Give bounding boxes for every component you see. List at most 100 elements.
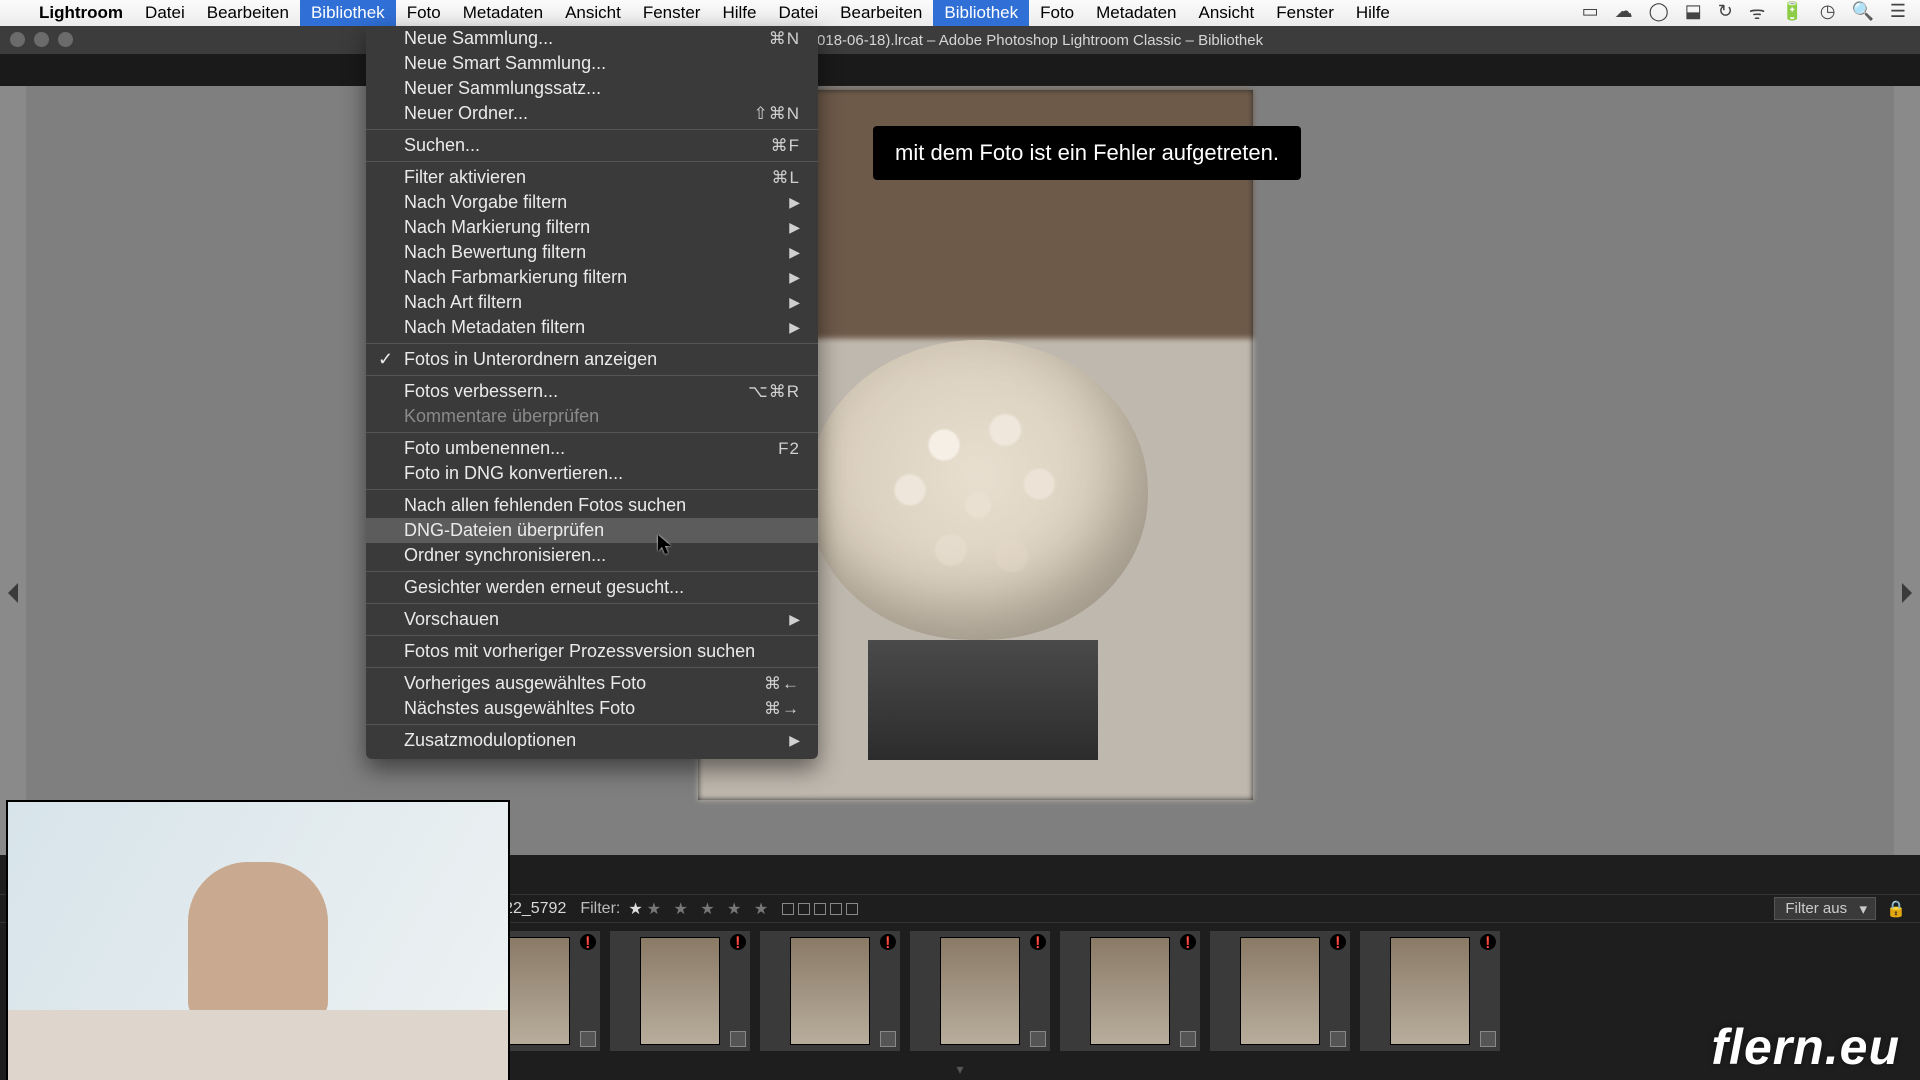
menu-shortcut: ⇧⌘N	[753, 104, 800, 124]
app-name[interactable]: Lightroom	[28, 3, 134, 23]
menu-item[interactable]: Suchen...⌘F	[366, 133, 818, 158]
menu-hilfe[interactable]: Hilfe	[711, 0, 767, 26]
menu-item[interactable]: Neuer Sammlungssatz...	[366, 76, 818, 101]
rating-filter[interactable]: ★★ ★ ★ ★ ★	[628, 899, 772, 919]
menu-bearbeiten[interactable]: Bearbeiten	[196, 0, 300, 26]
thumbnail[interactable]	[1060, 931, 1200, 1051]
menu-item[interactable]: Neuer Ordner... ⇧⌘N	[366, 101, 818, 126]
thumbnail[interactable]	[910, 931, 1050, 1051]
menu-item-label: Nach Vorgabe filtern	[404, 192, 567, 213]
airplay-icon[interactable]: ▭	[1582, 1, 1599, 25]
menu-item[interactable]: Nach allen fehlenden Fotos suchen	[366, 493, 818, 518]
menu-item-label: Foto in DNG konvertieren...	[404, 463, 623, 484]
menu-item-label: Vorschauen	[404, 609, 499, 630]
menu-item-label: Fotos in Unterordnern anzeigen	[404, 349, 657, 370]
menu-item-label: Neue Sammlung...	[404, 28, 553, 49]
control-center-icon[interactable]: ☰	[1890, 1, 1906, 25]
menu-item[interactable]: Nach Farbmarkierung filtern▶	[366, 265, 818, 290]
bibliothek-menu[interactable]: Neue Sammlung... ⌘NNeue Smart Sammlung...…	[366, 26, 818, 759]
menu-item[interactable]: Foto in DNG konvertieren...	[366, 461, 818, 486]
menu-fenster[interactable]: Fenster	[1265, 0, 1345, 26]
menu-item-label: Neuer Ordner...	[404, 103, 528, 124]
menu-ansicht[interactable]: Ansicht	[554, 0, 632, 26]
menubar-right-icons: ▭ ☁ ◯ ⬓ ↻ ᯤ 🔋 ◷ 🔍 ☰	[1582, 1, 1920, 25]
thumbnail[interactable]	[1210, 931, 1350, 1051]
menu-hilfe[interactable]: Hilfe	[1345, 0, 1401, 26]
filter-label: Filter:	[580, 900, 620, 918]
menu-fenster[interactable]: Fenster	[632, 0, 712, 26]
lightroom-top-bar	[0, 54, 1920, 86]
menu-shortcut: ⌘←	[764, 674, 800, 694]
cursor-icon	[657, 534, 673, 556]
menu-item[interactable]: DNG-Dateien überprüfen	[366, 518, 818, 543]
window-title-bar: onflikt stehende Kopie 2018-06-18).lrcat…	[0, 26, 1920, 54]
menu-item[interactable]: Nach Markierung filtern ▶	[366, 215, 818, 240]
menu-bibliothek[interactable]: Bibliothek	[300, 0, 396, 26]
submenu-arrow-icon: ▶	[789, 611, 800, 628]
thumbnail[interactable]	[1360, 931, 1500, 1051]
menu-item-label: Ordner synchronisieren...	[404, 545, 606, 566]
menu-item[interactable]: Gesichter werden erneut gesucht...	[366, 575, 818, 600]
menu-item[interactable]: Ordner synchronisieren...	[366, 543, 818, 568]
menu-foto[interactable]: Foto	[1029, 0, 1085, 26]
timemachine-icon[interactable]: ↻	[1718, 1, 1733, 25]
clock-icon[interactable]: ◷	[1820, 1, 1836, 25]
menu-item[interactable]: Nach Bewertung filtern▶	[366, 240, 818, 265]
menu-item[interactable]: Nächstes ausgewähltes Foto⌘→	[366, 696, 818, 721]
menu-item-label: Nach allen fehlenden Fotos suchen	[404, 495, 686, 516]
menu-item-label: Vorheriges ausgewähltes Foto	[404, 673, 646, 694]
menu-item[interactable]: ✓Fotos in Unterordnern anzeigen	[366, 347, 818, 372]
menu-item[interactable]: Fotos mit vorheriger Prozessversion such…	[366, 639, 818, 664]
menu-item-label: DNG-Dateien überprüfen	[404, 520, 604, 541]
wifi-icon[interactable]: ᯤ	[1749, 1, 1765, 25]
traffic-lights[interactable]	[10, 32, 73, 47]
menu-bibliothek[interactable]: Bibliothek	[933, 0, 1029, 26]
filter-combo[interactable]: Filter aus	[1774, 897, 1876, 920]
menu-item[interactable]: Filter aktivieren⌘L	[366, 165, 818, 190]
menu-item-label: Nach Farbmarkierung filtern	[404, 267, 627, 288]
menu-shortcut: ⌘F	[771, 136, 800, 156]
menu-item[interactable]: Neue Smart Sammlung...	[366, 51, 818, 76]
menu-item-label: Filter aktivieren	[404, 167, 526, 188]
menu-foto[interactable]: Foto	[396, 0, 452, 26]
battery-icon[interactable]: 🔋	[1781, 1, 1803, 25]
thumbnail[interactable]	[610, 931, 750, 1051]
menu-ansicht[interactable]: Ansicht	[1187, 0, 1265, 26]
spotlight-icon[interactable]: 🔍	[1851, 1, 1873, 25]
dropbox-icon[interactable]: ⬓	[1685, 1, 1702, 25]
color-filter[interactable]	[782, 903, 858, 915]
menu-item[interactable]: Vorschauen ▶	[366, 607, 818, 632]
menu-item[interactable]: Nach Art filtern▶	[366, 290, 818, 315]
lock-icon[interactable]: 🔒	[1886, 899, 1906, 919]
menu-shortcut: F2	[778, 439, 800, 459]
menu-item-label: Kommentare überprüfen	[404, 406, 599, 427]
left-panel-handle[interactable]	[8, 583, 18, 603]
menu-bearbeiten[interactable]: Bearbeiten	[829, 0, 933, 26]
menu-shortcut: ⌥⌘R	[748, 382, 800, 402]
submenu-arrow-icon: ▶	[789, 319, 800, 336]
menu-metadaten[interactable]: Metadaten	[1085, 0, 1187, 26]
menu-shortcut: ⌘N	[769, 29, 800, 49]
submenu-arrow-icon: ▶	[789, 194, 800, 211]
filmstrip-handle[interactable]: ▾	[956, 1061, 963, 1078]
sync-icon[interactable]: ◯	[1649, 1, 1669, 25]
right-panel-handle[interactable]	[1902, 583, 1912, 603]
menu-metadaten[interactable]: Metadaten	[452, 0, 554, 26]
menu-datei[interactable]: Datei	[134, 0, 196, 26]
webcam-overlay	[8, 802, 508, 1080]
menu-item[interactable]: Nach Vorgabe filtern ▶	[366, 190, 818, 215]
menu-item[interactable]: Nach Metadaten filtern ▶	[366, 315, 818, 340]
menu-item[interactable]: Zusatzmoduloptionen▶	[366, 728, 818, 753]
menu-item[interactable]: Foto umbenennen...F2	[366, 436, 818, 461]
menu-item[interactable]: Neue Sammlung... ⌘N	[366, 26, 818, 51]
thumbnail[interactable]	[760, 931, 900, 1051]
menu-item-label: Nach Markierung filtern	[404, 217, 590, 238]
menu-item[interactable]: Vorheriges ausgewähltes Foto ⌘←	[366, 671, 818, 696]
menu-datei[interactable]: Datei	[767, 0, 829, 26]
cc-icon[interactable]: ☁	[1615, 1, 1633, 25]
error-toast: mit dem Foto ist ein Fehler aufgetreten.	[873, 126, 1301, 180]
menu-item-label: Nach Metadaten filtern	[404, 317, 585, 338]
menu-item[interactable]: Fotos verbessern...⌥⌘R	[366, 379, 818, 404]
submenu-arrow-icon: ▶	[789, 219, 800, 236]
submenu-arrow-icon: ▶	[789, 294, 800, 311]
